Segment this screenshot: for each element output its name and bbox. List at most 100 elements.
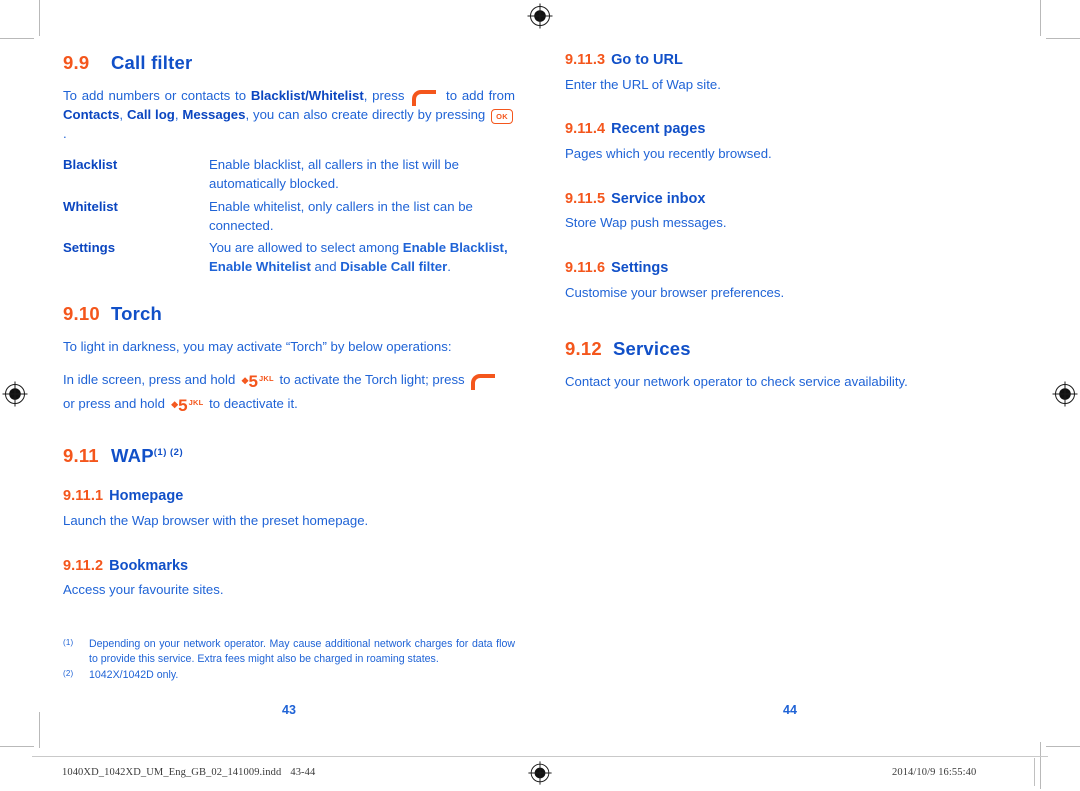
subsection-title: Service inbox — [611, 190, 706, 207]
subsection-heading-bookmarks: 9.11.2 Bookmarks — [63, 558, 515, 575]
text-fragment: to add from — [441, 88, 515, 104]
text-fragment: In idle screen, press and hold — [63, 371, 239, 387]
call-filter-definition-list: Blacklist Enable blacklist, all callers … — [63, 156, 515, 276]
definition-term: Settings — [63, 240, 116, 256]
go-to-url-body: Enter the URL of Wap site. — [565, 76, 721, 92]
page-number-left: 43 — [282, 703, 296, 717]
ok-key-icon: OK — [491, 109, 514, 124]
subsection-number: 9.11.6 — [565, 260, 606, 277]
torch-paragraph-2: In idle screen, press and hold ❖5JKL to … — [63, 370, 515, 418]
section-heading-call-filter: 9.9 Call filter — [63, 52, 515, 73]
slug-divider-line — [32, 756, 1048, 757]
definition-description: Enable blacklist, all callers in the lis… — [209, 157, 459, 192]
emphasis-enable-blacklist: Enable Blacklist, — [402, 240, 508, 256]
subsection-number: 9.11.1 — [63, 488, 104, 505]
section-title: Torch — [111, 302, 163, 324]
subsection-heading-go-to-url: 9.11.3 Go to URL — [565, 52, 1017, 69]
section-number: 9.9 — [63, 52, 90, 73]
torch-glyph: ❖ — [240, 375, 249, 386]
emphasis-enable-whitelist: Enable Whitelist — [209, 259, 311, 275]
text-fragment: to activate the Torch light; press — [275, 371, 469, 387]
emphasis-blacklist-whitelist: Blacklist/Whitelist — [250, 88, 364, 104]
definition-description: Enable whitelist, only callers in the li… — [209, 198, 473, 233]
section-title: Call filter — [111, 52, 193, 73]
definition-description: You are allowed to select among Enable B… — [209, 239, 515, 276]
homepage-body: Launch the Wap browser with the preset h… — [63, 513, 369, 529]
section-number: 9.10 — [63, 302, 100, 324]
definition-row-blacklist: Blacklist Enable blacklist, all callers … — [63, 156, 515, 193]
call-filter-intro-paragraph: To add numbers or contacts to Blacklist/… — [63, 87, 515, 143]
torch-5-jkl-key-icon: ❖5JKL — [241, 370, 274, 394]
text-fragment: and — [310, 259, 341, 275]
text-fragment: . — [63, 125, 67, 141]
page-number-right: 44 — [783, 703, 797, 717]
slug-filename: 1040XD_1042XD_UM_Eng_GB_02_141009.indd 43… — [62, 767, 315, 778]
settings-body: Customise your browser preferences. — [565, 284, 785, 300]
subsection-heading-settings: 9.11.6 Settings — [565, 260, 1017, 277]
crop-mark-top-left-v — [39, 0, 40, 36]
document-page-spread: 9.9 Call filter To add numbers or contac… — [0, 0, 1080, 789]
subsection-number: 9.11.4 — [565, 121, 606, 138]
text-fragment: to deactivate it. — [205, 396, 298, 411]
crop-mark-bottom-right-h — [1046, 746, 1080, 747]
footnotes-block: (1) Depending on your network operator. … — [63, 637, 515, 684]
registration-target-icon-top — [526, 2, 554, 30]
subsection-number: 9.11.2 — [63, 557, 104, 574]
subsection-title: Recent pages — [611, 121, 706, 138]
service-inbox-body: Store Wap push messages. — [565, 215, 727, 231]
left-softkey-icon — [471, 373, 497, 390]
subsection-heading-homepage: 9.11.1 Homepage — [63, 488, 515, 505]
registration-target-icon-bottom — [527, 760, 553, 791]
left-softkey-icon — [412, 90, 438, 107]
subsection-title: Go to URL — [611, 52, 683, 68]
bookmarks-body: Access your favourite sites. — [63, 582, 224, 598]
section-title: WAP(1) (2) — [111, 445, 183, 466]
emphasis-messages: Messages — [182, 107, 246, 122]
subsection-number: 9.11.5 — [565, 190, 606, 207]
registration-target-icon-right — [1051, 380, 1079, 408]
emphasis-call-log: Call log — [126, 107, 175, 122]
subsection-title: Settings — [611, 260, 669, 277]
print-slug-bar: 1040XD_1042XD_UM_Eng_GB_02_141009.indd 43… — [0, 756, 1080, 789]
subsection-heading-recent-pages: 9.11.4 Recent pages — [565, 121, 1017, 138]
footnote-2: (2) 1042X/1042D only. — [63, 668, 515, 683]
text-fragment: or press and hold — [63, 396, 169, 411]
text-fragment: , you can also create directly by pressi… — [245, 107, 490, 122]
emphasis-contacts: Contacts — [63, 107, 120, 122]
section-heading-services: 9.12 Services — [565, 338, 1017, 359]
footnote-1: (1) Depending on your network operator. … — [63, 637, 515, 667]
section-number: 9.11 — [63, 445, 99, 467]
crop-mark-bottom-left-v — [39, 712, 40, 748]
left-page-column: 9.9 Call filter To add numbers or contac… — [63, 52, 515, 613]
slug-right-divider — [1034, 758, 1035, 786]
key-digit: 5 — [248, 371, 258, 391]
slug-page-range: 43-44 — [290, 767, 316, 778]
footnote-text: 1042X/1042D only. — [89, 669, 179, 682]
section-title: Services — [613, 337, 691, 359]
section-heading-torch: 9.10 Torch — [63, 303, 515, 324]
right-page-column: 9.11.3 Go to URL Enter the URL of Wap sit… — [565, 52, 1017, 405]
definition-row-whitelist: Whitelist Enable whitelist, only callers… — [63, 198, 515, 235]
torch-5-jkl-key-icon: ❖5JKL — [171, 394, 204, 418]
torch-paragraph-1: To light in darkness, you may activate “… — [63, 339, 452, 355]
section-number: 9.12 — [565, 337, 602, 359]
text-fragment: . — [447, 259, 451, 275]
key-digit: 5 — [178, 396, 188, 415]
section-heading-wap: 9.11 WAP(1) (2) — [63, 445, 515, 466]
text-fragment: , press — [363, 88, 410, 104]
crop-mark-bottom-left-h — [0, 746, 34, 747]
definition-term: Whitelist — [63, 198, 118, 214]
subsection-number: 9.11.3 — [565, 52, 606, 68]
slug-timestamp: 2014/10/9 16:55:40 — [892, 767, 977, 778]
key-letters: JKL — [188, 398, 204, 407]
footnote-text: Depending on your network operator. May … — [89, 638, 515, 666]
definition-row-settings: Settings You are allowed to select among… — [63, 239, 515, 276]
subsection-title: Homepage — [109, 488, 184, 505]
footnote-marker: (1) — [63, 638, 74, 647]
